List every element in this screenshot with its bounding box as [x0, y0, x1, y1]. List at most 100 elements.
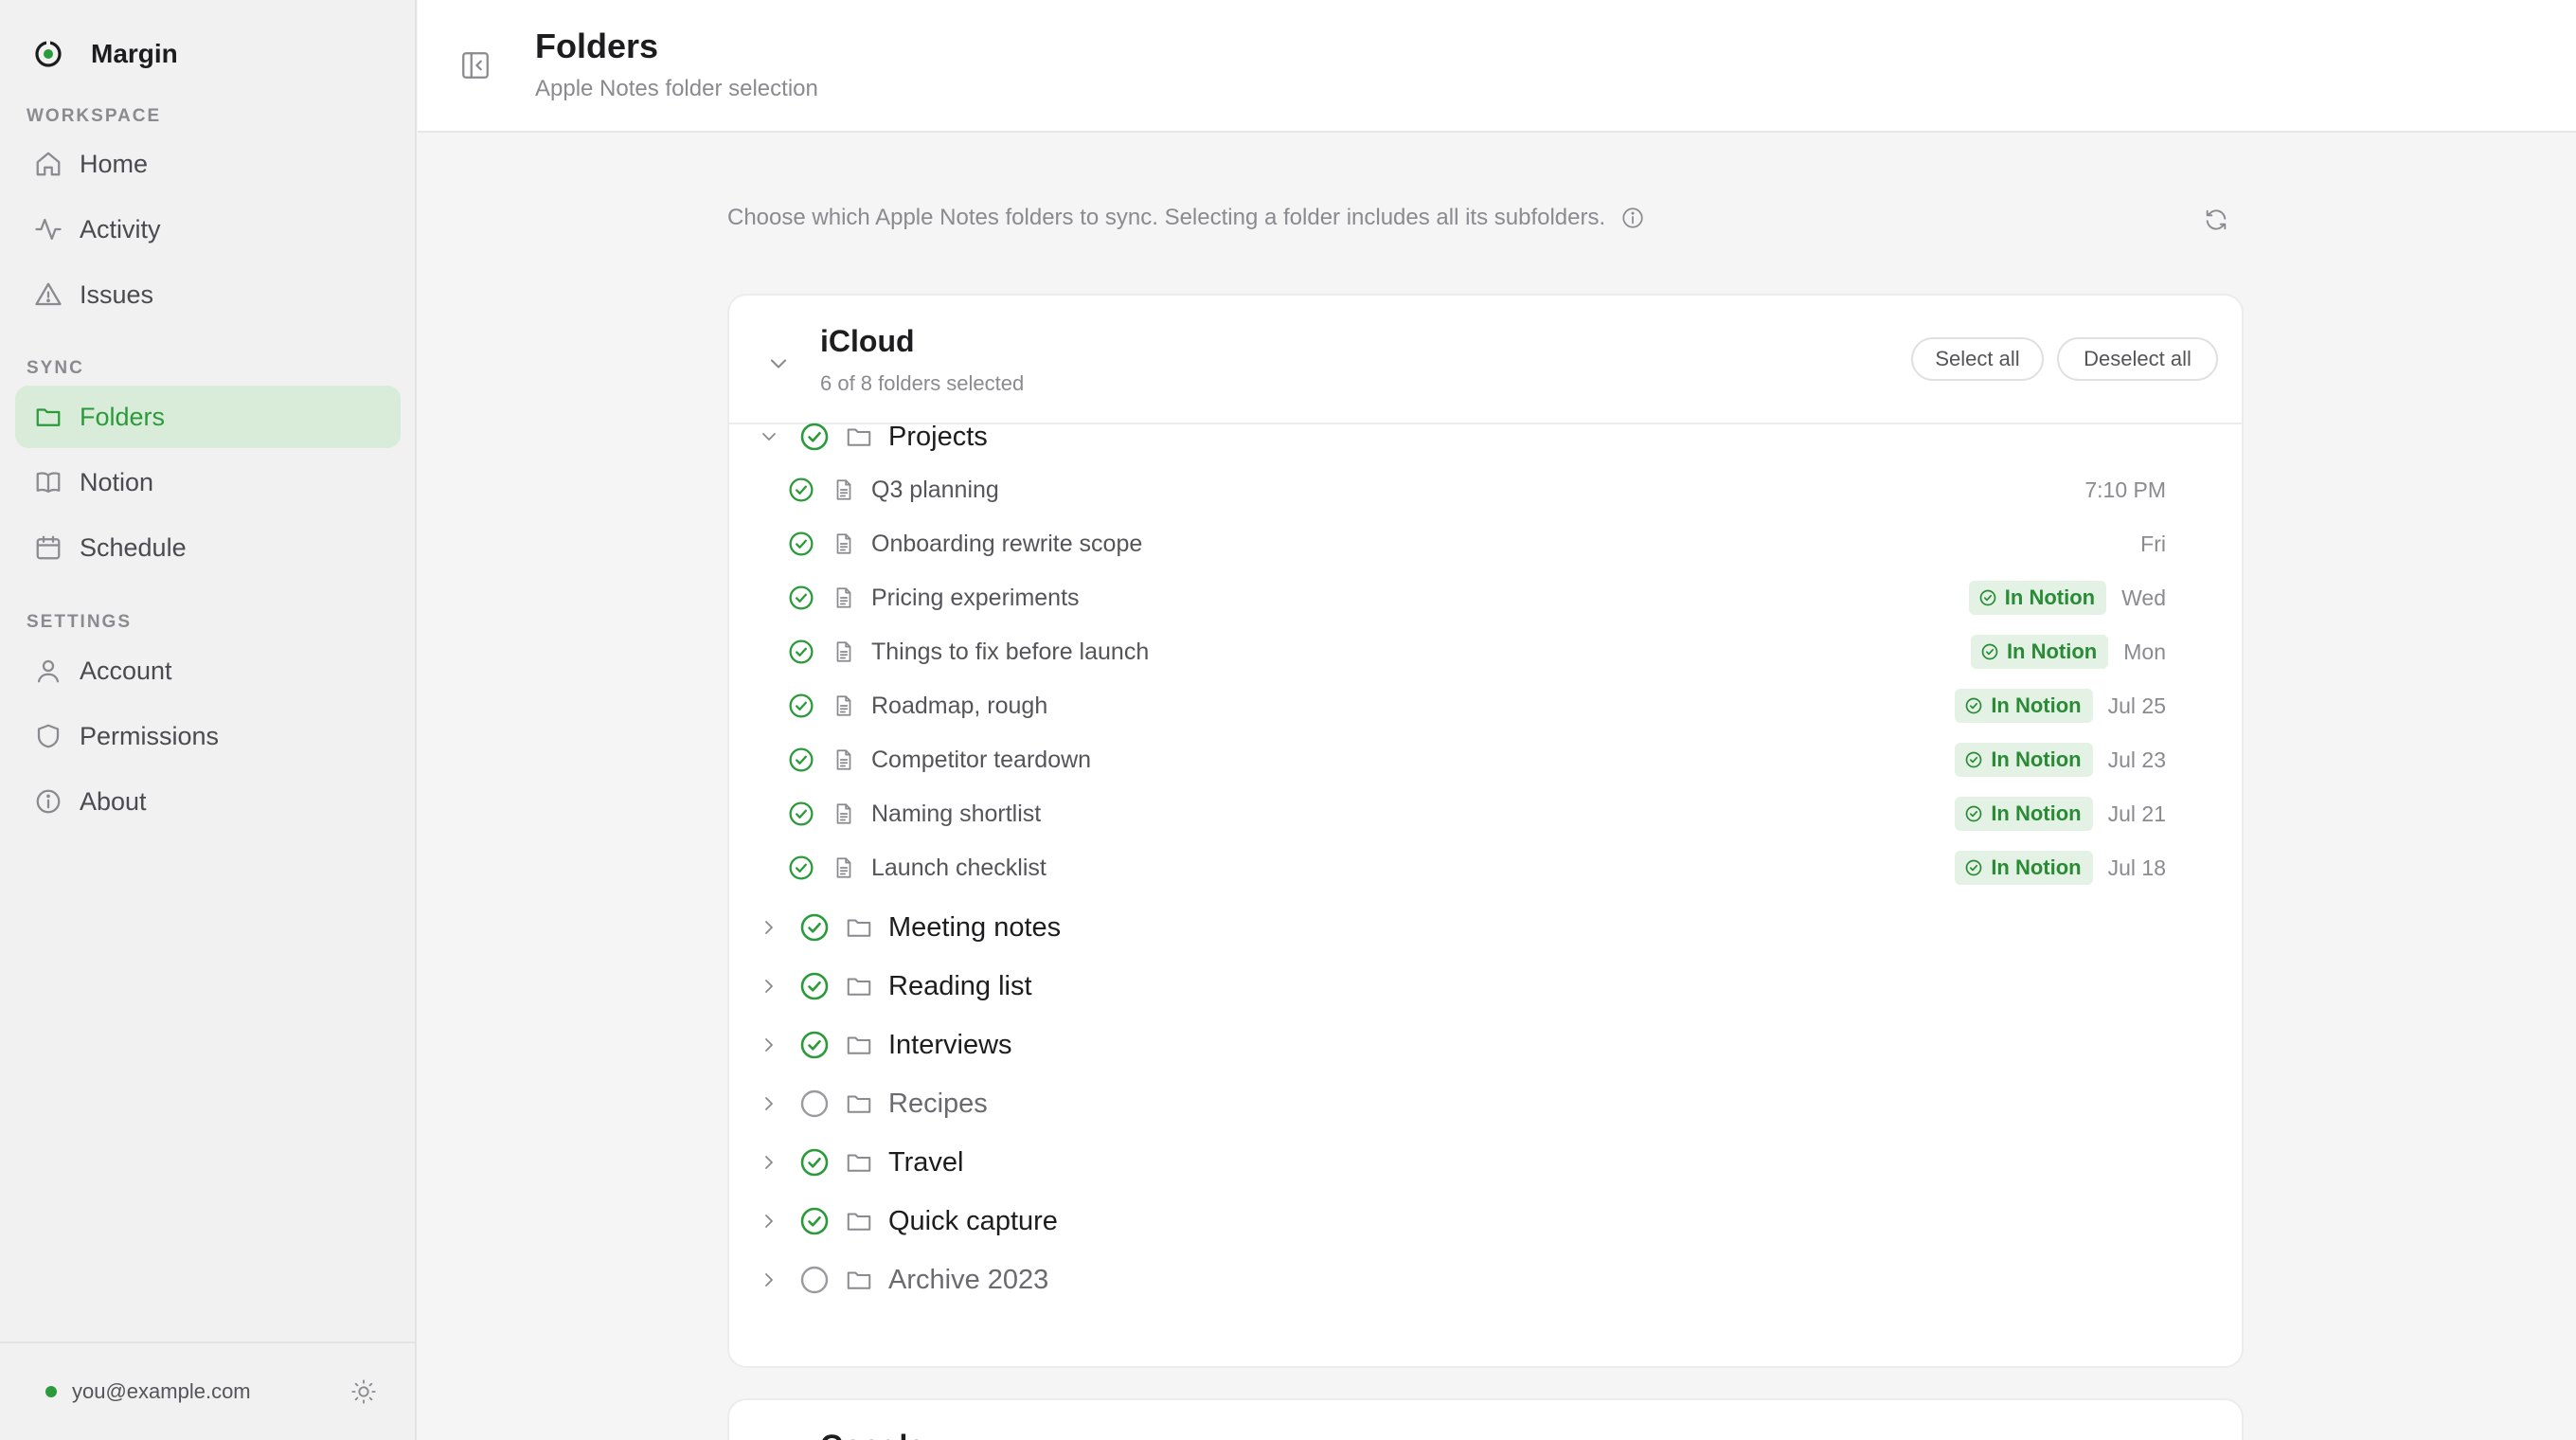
- folder-name: Reading list: [888, 970, 1032, 1001]
- sidebar-item-activity[interactable]: Activity: [15, 198, 401, 261]
- chevron-right-icon[interactable]: [758, 916, 780, 939]
- folder-row[interactable]: Reading list: [729, 960, 2242, 1013]
- brand[interactable]: Margin: [32, 36, 178, 72]
- unchecked-circle-icon[interactable]: [799, 1265, 830, 1295]
- folder-row[interactable]: Travel: [729, 1136, 2242, 1189]
- sidebar-toggle-icon[interactable]: [459, 49, 492, 81]
- unchecked-circle-icon[interactable]: [799, 1089, 830, 1119]
- section-label-workspace: WORKSPACE: [27, 106, 162, 126]
- activity-icon: [34, 215, 63, 243]
- sidebar-item-schedule[interactable]: Schedule: [15, 516, 401, 579]
- info-icon[interactable]: [1620, 206, 1645, 230]
- checked-circle-icon[interactable]: [799, 912, 830, 943]
- page-subtitle: Apple Notes folder selection: [535, 76, 818, 101]
- note-document-icon: [832, 477, 856, 502]
- chevron-down-icon[interactable]: [765, 351, 792, 377]
- checked-circle-icon[interactable]: [799, 1147, 830, 1178]
- checked-circle-icon[interactable]: [799, 1030, 830, 1060]
- user-email[interactable]: you@example.com: [72, 1379, 350, 1404]
- home-icon: [34, 150, 63, 178]
- refresh-icon[interactable]: [2203, 207, 2229, 233]
- check-circle-icon: [1964, 858, 1983, 877]
- check-circle-icon: [1980, 642, 1999, 661]
- note-row[interactable]: Naming shortlist Jul 21 In Notion: [729, 789, 2242, 838]
- note-row[interactable]: Roadmap, rough Jul 25 In Notion: [729, 681, 2242, 730]
- note-row[interactable]: Things to fix before launch Mon In Notio…: [729, 627, 2242, 676]
- note-row[interactable]: Pricing experiments Wed In Notion: [729, 573, 2242, 622]
- note-date: Wed: [2121, 585, 2166, 610]
- note-document-icon: [832, 531, 856, 556]
- in-notion-badge: In Notion: [1955, 851, 2093, 885]
- note-document-icon: [832, 585, 856, 610]
- sidebar-item-about[interactable]: About: [15, 770, 401, 833]
- chevron-down-icon[interactable]: [758, 425, 780, 448]
- chevron-right-icon[interactable]: [758, 1269, 780, 1291]
- badge-label: In Notion: [1991, 855, 2082, 879]
- sidebar-item-account[interactable]: Account: [15, 639, 401, 702]
- note-row[interactable]: Competitor teardown Jul 23 In Notion: [729, 735, 2242, 784]
- warning-icon: [34, 280, 63, 309]
- select-all-button[interactable]: Select all: [1911, 337, 2044, 381]
- folder-name: Archive 2023: [888, 1264, 1049, 1295]
- note-row[interactable]: Onboarding rewrite scope Fri: [729, 519, 2242, 568]
- folder-name: Quick capture: [888, 1205, 1058, 1236]
- chevron-right-icon[interactable]: [758, 975, 780, 998]
- checked-circle-icon[interactable]: [799, 971, 830, 1001]
- deselect-all-button[interactable]: Deselect all: [2057, 337, 2218, 381]
- checked-circle-icon[interactable]: [788, 801, 814, 827]
- checked-circle-icon[interactable]: [788, 855, 814, 881]
- folder-icon: [845, 1207, 873, 1235]
- chevron-right-icon[interactable]: [758, 1092, 780, 1115]
- chevron-right-icon[interactable]: [758, 1210, 780, 1233]
- note-row[interactable]: Launch checklist Jul 18 In Notion: [729, 843, 2242, 892]
- sidebar-item-issues[interactable]: Issues: [15, 263, 401, 326]
- checked-circle-icon[interactable]: [788, 639, 814, 665]
- in-notion-badge: In Notion: [1955, 797, 2093, 831]
- chevron-right-icon[interactable]: [758, 1034, 780, 1056]
- note-title: Competitor teardown: [871, 746, 1092, 773]
- book-icon: [34, 468, 63, 496]
- folder-row[interactable]: Projects: [729, 410, 2242, 463]
- checked-circle-icon[interactable]: [788, 531, 814, 557]
- note-title: Q3 planning: [871, 476, 999, 503]
- in-notion-badge: In Notion: [1955, 689, 2093, 723]
- sidebar-item-label: Schedule: [80, 532, 187, 562]
- note-date: Jul 23: [2107, 747, 2166, 772]
- badge-label: In Notion: [2004, 585, 2096, 609]
- folder-row[interactable]: Archive 2023: [729, 1253, 2242, 1306]
- sun-icon[interactable]: [350, 1378, 377, 1405]
- folder-row[interactable]: Interviews: [729, 1018, 2242, 1071]
- checked-circle-icon[interactable]: [788, 693, 814, 719]
- in-notion-badge: In Notion: [1955, 743, 2093, 777]
- note-title: Onboarding rewrite scope: [871, 530, 1143, 557]
- in-notion-badge: In Notion: [1968, 581, 2107, 615]
- note-date: Fri: [2140, 531, 2166, 556]
- folder-row[interactable]: Meeting notes: [729, 901, 2242, 954]
- note-date: Jul 21: [2107, 801, 2166, 826]
- folder-icon: [845, 1089, 873, 1118]
- sidebar-item-notion[interactable]: Notion: [15, 451, 401, 513]
- check-circle-icon: [1964, 750, 1983, 769]
- chevron-right-icon[interactable]: [758, 1151, 780, 1174]
- sidebar-item-label: Issues: [80, 279, 154, 309]
- checked-circle-icon[interactable]: [799, 422, 830, 452]
- folder-name: Meeting notes: [888, 911, 1062, 943]
- sidebar-item-folders[interactable]: Folders: [15, 386, 401, 448]
- sidebar-item-label: Folders: [80, 402, 166, 431]
- note-date: Jul 18: [2107, 855, 2166, 880]
- folder-icon: [845, 972, 873, 1000]
- app-name: Margin: [91, 39, 178, 68]
- sidebar-item-home[interactable]: Home: [15, 133, 401, 195]
- folder-row[interactable]: Recipes: [729, 1077, 2242, 1130]
- account-name: Google: [820, 1429, 924, 1440]
- badge-label: In Notion: [1991, 747, 2082, 771]
- checked-circle-icon[interactable]: [788, 747, 814, 773]
- note-row[interactable]: Q3 planning 7:10 PM: [729, 465, 2242, 514]
- folder-icon: [845, 1031, 873, 1059]
- checked-circle-icon[interactable]: [799, 1206, 830, 1236]
- folder-row[interactable]: Quick capture: [729, 1195, 2242, 1248]
- folder-name: Travel: [888, 1146, 964, 1178]
- checked-circle-icon[interactable]: [788, 585, 814, 611]
- checked-circle-icon[interactable]: [788, 477, 814, 503]
- sidebar-item-permissions[interactable]: Permissions: [15, 705, 401, 767]
